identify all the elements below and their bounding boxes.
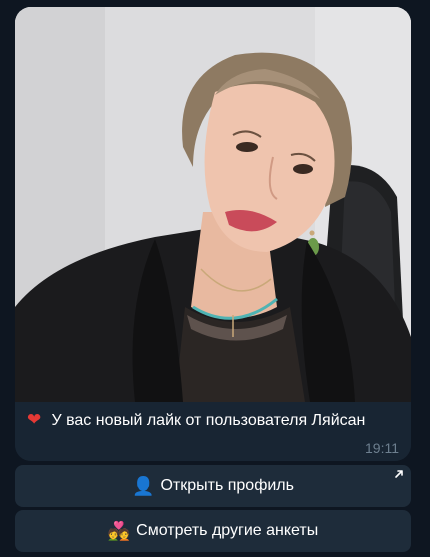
message-time: 19:11 (365, 440, 399, 456)
message-caption: ❤ У вас новый лайк от пользователя Ляйса… (15, 402, 411, 461)
chat-view: ❤ У вас новый лайк от пользователя Ляйса… (0, 0, 430, 557)
message-text: ❤ У вас новый лайк от пользователя Ляйса… (27, 410, 367, 431)
external-link-icon (395, 470, 403, 478)
open-profile-label: Открыть профиль (160, 477, 294, 494)
browse-profiles-label: Смотреть другие анкеты (136, 522, 319, 539)
couple-icon: 💑 (107, 520, 131, 542)
open-profile-button[interactable]: 👤 Открыть профиль (15, 465, 411, 507)
profile-photo[interactable] (15, 7, 411, 402)
message-text-content: У вас новый лайк от пользователя Ляйсан (51, 412, 366, 429)
message-bubble[interactable]: ❤ У вас новый лайк от пользователя Ляйса… (15, 7, 411, 461)
user-icon: 👤 (132, 475, 155, 497)
photo-illustration (15, 7, 411, 402)
browse-profiles-button[interactable]: 💑 Смотреть другие анкеты (15, 510, 411, 552)
heart-icon: ❤ (27, 410, 42, 430)
